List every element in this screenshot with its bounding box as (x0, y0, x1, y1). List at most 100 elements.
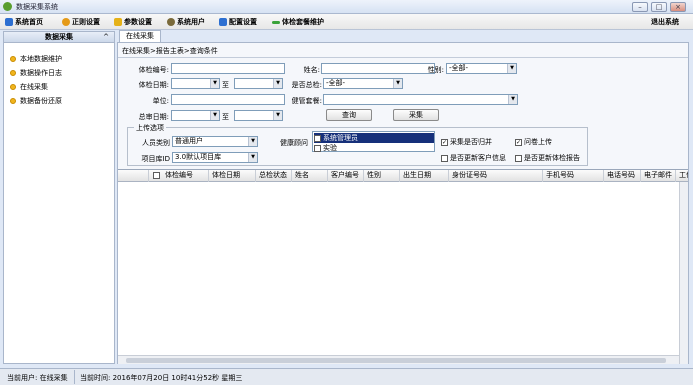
person-type-select[interactable]: 普通用户 ▼ (172, 136, 258, 147)
select-all-checkbox[interactable] (153, 172, 160, 179)
menu-home[interactable]: 系统首页 (5, 17, 43, 27)
update-customer-checkbox[interactable]: 是否更新客户信息 (441, 153, 506, 163)
menu-package-maintenance[interactable]: 体检套餐维护 (272, 17, 324, 27)
menu-regex-settings[interactable]: 正则设置 (62, 17, 100, 27)
menu-bar: 系统首页 正则设置 参数设置 系统用户 配置设置 体检套餐维护 退出系统 (0, 14, 693, 30)
chevron-down-icon: ▼ (210, 111, 219, 120)
breadcrumb: 在线采集>报告主表>查询条件 (122, 47, 218, 55)
is-summary-select[interactable]: -全部- ▼ (323, 78, 403, 89)
scrollbar-thumb[interactable] (126, 358, 666, 363)
close-button[interactable]: × (670, 2, 686, 12)
sidebar-item-backup-restore[interactable]: 数据备份还原 (10, 96, 62, 106)
grid-header-cell[interactable]: 工作 (676, 170, 688, 182)
checkbox[interactable] (441, 154, 448, 162)
summary-date-from[interactable]: ▼ (171, 110, 220, 121)
minimize-button[interactable]: – (632, 2, 648, 12)
name-label: 姓名: (303, 66, 320, 74)
advisor-option[interactable]: 系统管理员 (314, 133, 434, 143)
divider (118, 57, 688, 58)
grid-header-cell[interactable]: 电子邮件 (641, 170, 676, 182)
dot-icon (10, 98, 16, 104)
menu-parameter-settings[interactable]: 参数设置 (114, 17, 152, 27)
grid-header-cell[interactable]: 出生日期 (400, 170, 449, 182)
current-user: 当前用户: 在线采集 (7, 374, 68, 382)
checkbox[interactable]: ✓ (441, 138, 448, 146)
window-title: 数据采集系统 (16, 3, 58, 11)
exam-no-input[interactable] (171, 63, 285, 74)
grid-header-cell[interactable]: 总检状态 (256, 170, 292, 182)
checkbox[interactable] (314, 134, 321, 142)
sidebar-header: 数据采集 ^ (4, 32, 114, 43)
dot-icon (10, 84, 16, 90)
chevron-down-icon: ▼ (273, 79, 282, 88)
menu-system-users[interactable]: 系统用户 (167, 17, 205, 27)
chevron-down-icon: ▼ (210, 79, 219, 88)
project-lib-label: 项目库ID (141, 155, 170, 163)
merge-checkbox[interactable]: ✓ 采集是否归并 (441, 137, 492, 147)
divider (74, 370, 75, 384)
checkbox[interactable]: ✓ (515, 138, 522, 146)
collect-button[interactable]: 采集 (393, 109, 439, 121)
horizontal-scrollbar[interactable] (118, 355, 679, 364)
chevron-down-icon: ▼ (508, 95, 517, 104)
checkbox[interactable] (515, 154, 522, 162)
advisor-listbox[interactable]: 系统管理员 实验 (312, 131, 435, 152)
exam-date-label: 体检日期: (138, 81, 169, 89)
dot-icon (10, 70, 16, 76)
grid-header-cell (118, 170, 149, 182)
chevron-down-icon: ▼ (273, 111, 282, 120)
package-select[interactable]: ▼ (323, 94, 518, 105)
exam-date-to[interactable]: ▼ (234, 78, 283, 89)
summary-date-label: 总审日期: (138, 113, 169, 121)
sidebar-title: 数据采集 (45, 33, 73, 41)
grid-header-cell[interactable]: 电话号码 (604, 170, 641, 182)
summary-date-to[interactable]: ▼ (234, 110, 283, 121)
gender-label: 性别: (427, 66, 444, 74)
folder-icon (114, 18, 122, 26)
advisor-option[interactable]: 实验 (314, 143, 337, 153)
grid-header-cell[interactable]: 身份证号码 (449, 170, 543, 182)
unit-input[interactable] (171, 94, 285, 105)
package-label: 健管套餐: (291, 97, 322, 105)
main-panel: 在线采集>报告主表>查询条件 体检编号: 姓名: 性别: -全部- ▼ 体检日期:… (117, 42, 689, 364)
grid-header-cell[interactable]: 体检日期 (209, 170, 256, 182)
grid-header: 体检编号 体检日期 总检状态 姓名 客户编号 性别 出生日期 身份证号码 手机号… (118, 170, 688, 182)
exam-date-from[interactable]: ▼ (171, 78, 220, 89)
results-grid[interactable]: 体检编号 体检日期 总检状态 姓名 客户编号 性别 出生日期 身份证号码 手机号… (118, 169, 688, 364)
gender-select[interactable]: -全部- ▼ (446, 63, 517, 74)
gear-icon (62, 18, 70, 26)
questionnaire-upload-checkbox[interactable]: ✓ 问卷上传 (515, 137, 552, 147)
chevron-down-icon: ▼ (393, 79, 402, 88)
grid-header-cell[interactable]: 手机号码 (543, 170, 604, 182)
current-time: 当前时间: 2016年07月20日 10时41分52秒 星期三 (80, 374, 243, 382)
person-type-label: 人员类别 (142, 139, 170, 147)
project-lib-select[interactable]: 3.0默认项目库 ▼ (172, 152, 258, 163)
update-report-checkbox[interactable]: 是否更新体检报告 (515, 153, 580, 163)
title-bar: 数据采集系统 – □ × (0, 0, 693, 14)
window-icon (219, 18, 227, 26)
exit-system-button[interactable]: 退出系统 (651, 17, 679, 27)
sidebar: 数据采集 ^ 本地数据维护 数据操作日志 在线采集 数据备份还原 (3, 31, 115, 364)
checkbox[interactable] (314, 144, 321, 152)
chevron-down-icon: ▼ (507, 64, 516, 73)
query-button[interactable]: 查询 (326, 109, 372, 121)
sidebar-item-operation-log[interactable]: 数据操作日志 (10, 68, 62, 78)
collapse-icon[interactable]: ^ (103, 32, 109, 43)
users-icon (167, 18, 175, 26)
grid-header-cell[interactable]: 体检编号 (162, 170, 209, 182)
sidebar-item-online-collect[interactable]: 在线采集 (10, 82, 48, 92)
menu-config-settings[interactable]: 配置设置 (219, 17, 257, 27)
home-icon (5, 18, 13, 26)
chevron-down-icon: ▼ (248, 153, 257, 162)
advisor-label: 健康顾问 (280, 139, 308, 147)
grid-header-cell[interactable]: 姓名 (292, 170, 328, 182)
app-icon (3, 2, 12, 11)
grid-header-cell[interactable]: 客户编号 (328, 170, 364, 182)
vertical-scrollbar[interactable] (679, 182, 688, 364)
to-label: 至 (222, 81, 229, 89)
tab-online-collect[interactable]: 在线采集 (119, 30, 161, 42)
maximize-button[interactable]: □ (651, 2, 667, 12)
sidebar-item-local-data[interactable]: 本地数据维护 (10, 54, 62, 64)
chevron-down-icon: ▼ (248, 137, 257, 146)
grid-header-cell[interactable]: 性别 (364, 170, 400, 182)
